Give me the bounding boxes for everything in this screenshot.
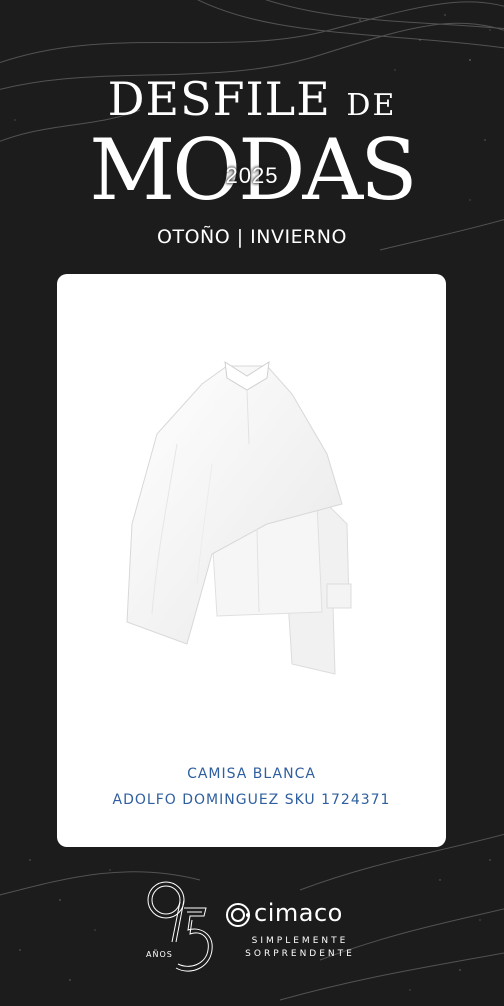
footer-branding: AÑOS cimaco SIMPLEMENTE SORPRENDENTE — [140, 872, 380, 982]
product-brand-sku: ADOLFO DOMINGUEZ SKU 1724371 — [112, 792, 391, 808]
product-card[interactable]: CAMISA BLANCA ADOLFO DOMINGUEZ SKU 17243… — [57, 274, 446, 847]
event-title-line1: DESFILE DE — [0, 76, 504, 122]
product-name: CAMISA BLANCA — [187, 766, 316, 782]
anniversary-95-icon — [147, 881, 213, 972]
event-season: OTOÑO | INVIERNO — [157, 226, 347, 248]
title-desfile: DESFILE — [107, 72, 331, 126]
tagline-line1: SIMPLEMENTE — [251, 936, 349, 946]
title-de: DE — [346, 88, 397, 123]
tagline-line2: SORPRENDENTE — [245, 949, 355, 959]
brand-name: cimaco — [254, 899, 343, 927]
event-header: DESFILE DE MODAS 2025 OTOÑO | INVIERNO — [0, 70, 504, 260]
anniversary-label: AÑOS — [146, 950, 173, 959]
event-year: 2025 — [225, 163, 279, 188]
product-image — [126, 361, 352, 675]
